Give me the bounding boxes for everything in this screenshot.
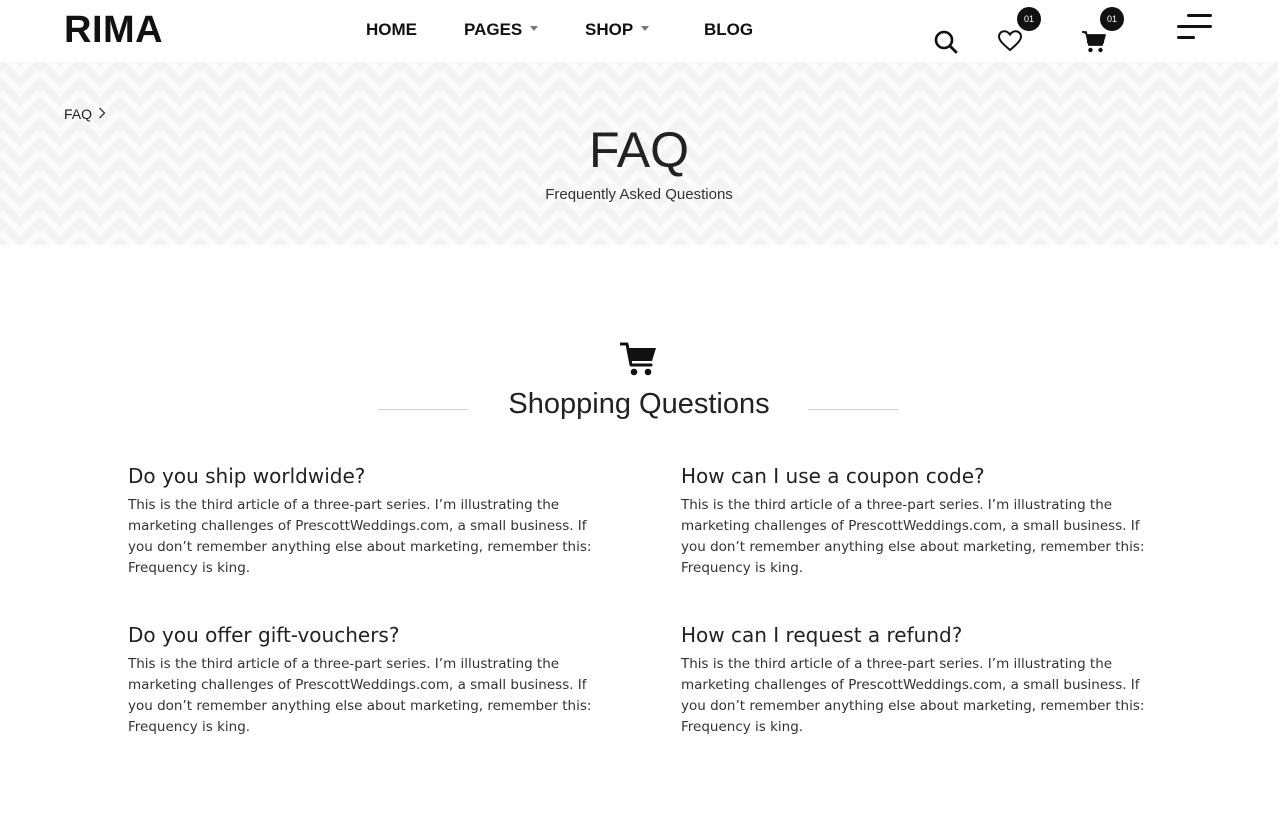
faq-question: How can I request a refund? <box>681 623 963 647</box>
cart-icon[interactable] <box>1081 30 1107 54</box>
section-title: Shopping Questions <box>508 388 770 420</box>
nav-label: SHOP <box>585 20 634 39</box>
faq-item: Do you offer gift-vouchers? This is the … <box>128 623 598 738</box>
faq-item: How can I request a refund? This is the … <box>681 623 1151 738</box>
search-icon[interactable] <box>933 29 959 55</box>
faq-item: Do you ship worldwide? This is the third… <box>128 464 598 579</box>
page-subtitle: Frequently Asked Questions <box>545 186 733 203</box>
site-header: RIMA HOME PAGES SHOP BLOG 01 01 <box>0 0 1280 62</box>
divider-line-right <box>808 409 898 410</box>
heart-icon[interactable] <box>997 29 1023 53</box>
breadcrumb: FAQ <box>64 106 106 122</box>
nav-label: HOME <box>366 20 417 39</box>
faq-answer: This is the third article of a three-par… <box>128 656 592 735</box>
nav-item-blog[interactable]: BLOG <box>704 20 753 40</box>
caret-down-icon <box>641 26 650 31</box>
page-title: FAQ <box>588 122 690 178</box>
faq-answer: This is the third article of a three-par… <box>681 656 1145 735</box>
breadcrumb-item-faq[interactable]: FAQ <box>64 106 92 122</box>
faq-question: How can I use a coupon code? <box>681 464 985 488</box>
caret-down-icon <box>530 26 539 31</box>
nav-item-pages[interactable]: PAGES <box>464 20 539 40</box>
page-hero: FAQ FAQ Frequently Asked Questions <box>0 62 1278 245</box>
faq-answer: This is the third article of a three-par… <box>128 497 592 576</box>
nav-label: BLOG <box>704 20 754 39</box>
menu-icon[interactable] <box>1176 13 1214 43</box>
nav-item-home[interactable]: HOME <box>366 20 417 40</box>
cart-icon <box>619 341 658 382</box>
nav-item-shop[interactable]: SHOP <box>585 20 650 40</box>
cart-count-badge: 01 <box>1100 7 1124 31</box>
nav-label: PAGES <box>464 20 523 39</box>
faq-answer: This is the third article of a three-par… <box>681 497 1145 576</box>
faq-question: Do you ship worldwide? <box>128 464 366 488</box>
chevron-right-icon <box>98 106 106 122</box>
site-logo[interactable]: RIMA <box>64 9 163 51</box>
wishlist-count-badge: 01 <box>1017 7 1041 31</box>
faq-item: How can I use a coupon code? This is the… <box>681 464 1151 579</box>
faq-question: Do you offer gift-vouchers? <box>128 623 400 647</box>
